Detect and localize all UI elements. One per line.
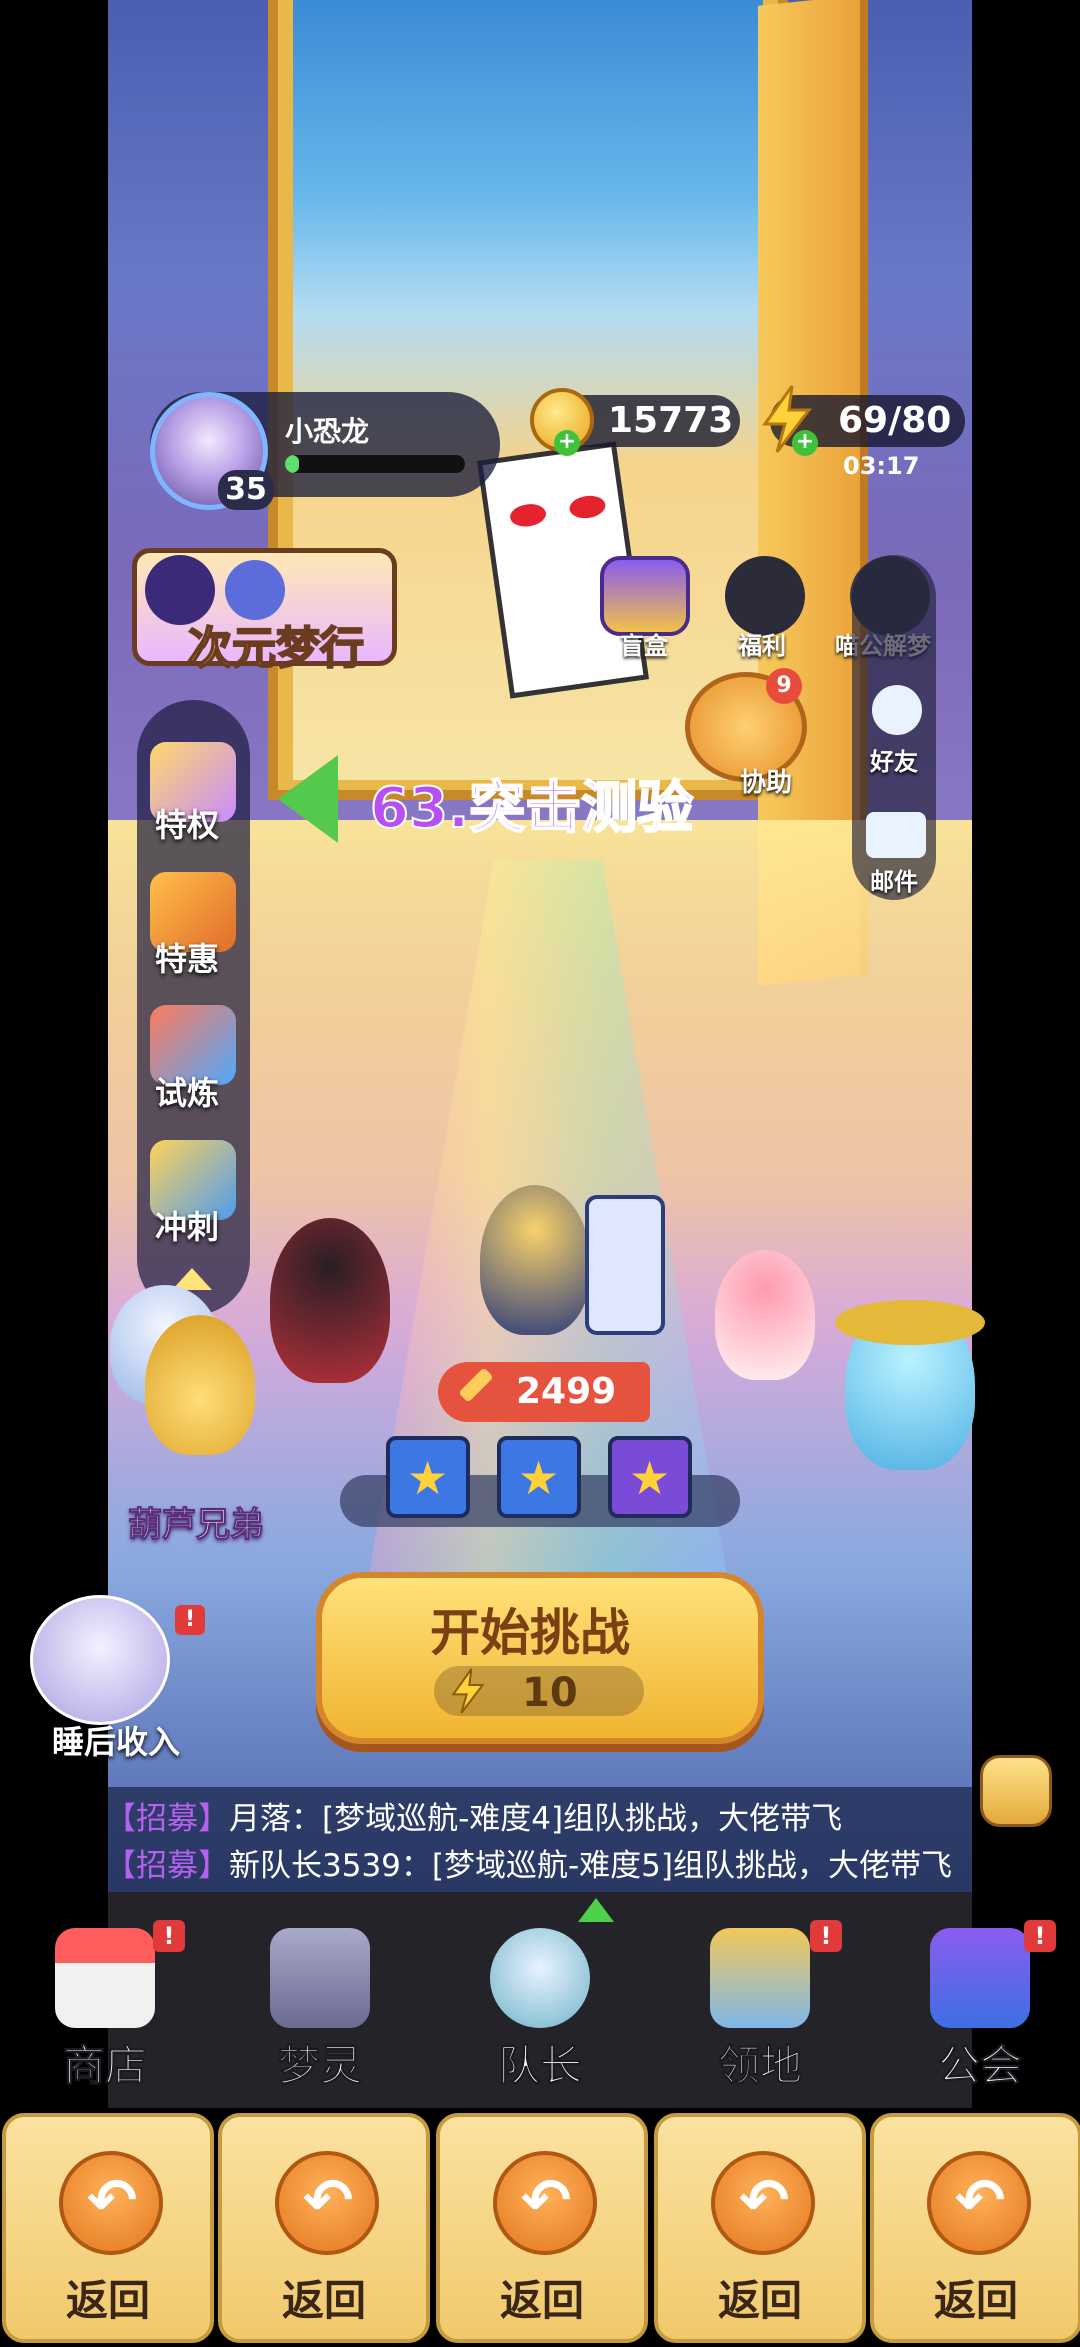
nav-territory-alert: !: [810, 1920, 842, 1952]
back-button-2[interactable]: ↶ 返回: [218, 2113, 430, 2343]
chest-1-star-icon: ★: [407, 1451, 449, 1505]
captain-avatar-icon: [490, 1928, 590, 2028]
nav-captain-label: 队长: [497, 2041, 582, 2091]
nav-guild-label: 公会: [937, 2041, 1022, 2091]
chat-line-2: 【招募】新队长3539：[梦域巡航-难度5]组队挑战，大佬带飞: [105, 1840, 952, 1885]
nav-territory[interactable]: 领地 !: [680, 1920, 842, 2110]
chat-line-2-text: 新队长3539：[梦域巡航-难度5]组队挑战，大佬带飞: [229, 1848, 952, 1884]
back-button-2-label: 返回: [281, 2276, 366, 2325]
chest-3-star-icon: ★: [629, 1451, 671, 1505]
idle-income-label: 睡后收入: [52, 1723, 181, 1761]
event-mascot-2-icon: [225, 560, 285, 620]
assist-count-badge: 9: [766, 668, 802, 704]
chat-line-1: 【招募】月落：[梦域巡航-难度4]组队挑战，大佬带飞: [105, 1793, 842, 1838]
game-screen: 35 小恐龙 15773 + 69/80 + 03:17 次元梦行 盲盒 福利 …: [0, 0, 1080, 2347]
nav-territory-label: 领地: [717, 2041, 802, 2091]
blind-box-icon[interactable]: [600, 556, 690, 636]
guild-flag-icon: [930, 1928, 1030, 2028]
back-button-1[interactable]: ↶ 返回: [2, 2113, 214, 2343]
previous-stage-arrow-icon[interactable]: [278, 755, 338, 843]
nav-shop-label: 商店: [62, 2041, 147, 2091]
energy-timer: 03:17: [843, 452, 920, 480]
character-nurse[interactable]: [715, 1250, 815, 1380]
add-coins-icon[interactable]: +: [554, 430, 580, 456]
chest-2-star-icon: ★: [518, 1451, 560, 1505]
challenge-cost-value: 10: [522, 1670, 578, 1716]
trial-label: 试炼: [155, 1074, 220, 1112]
add-energy-icon[interactable]: +: [792, 430, 818, 456]
coin-amount: 15773: [608, 400, 734, 441]
welfare-gift-icon[interactable]: [725, 556, 805, 636]
team-power-value: 2499: [516, 1371, 617, 1412]
blind-box-label: 盲盒: [620, 632, 668, 660]
energy-amount: 69/80: [838, 400, 952, 441]
idle-income-icon[interactable]: [30, 1595, 170, 1725]
mail-icon[interactable]: [866, 812, 926, 858]
friends-label: 好友: [870, 748, 918, 776]
territory-door-icon: [710, 1928, 810, 2028]
player-xp-bar: [285, 455, 465, 473]
back-arrow-icon: ↶: [59, 2151, 163, 2255]
welfare-label: 福利: [738, 632, 786, 660]
privilege-label: 特权: [155, 806, 220, 844]
back-button-3[interactable]: ↶ 返回: [436, 2113, 648, 2343]
back-button-5-label: 返回: [933, 2276, 1018, 2325]
back-button-5[interactable]: ↶ 返回: [870, 2113, 1080, 2343]
player-name: 小恐龙: [285, 415, 370, 448]
back-arrow-icon: ↶: [927, 2151, 1031, 2255]
nav-dream-spirit[interactable]: 梦灵: [240, 1920, 400, 2110]
character-warrior-woman[interactable]: [270, 1218, 390, 1383]
nav-shop-alert: !: [153, 1920, 185, 1952]
nav-guild[interactable]: 公会 !: [900, 1920, 1060, 2110]
player-xp-fill: [285, 455, 300, 473]
character-captain-hero[interactable]: [480, 1185, 590, 1335]
hero-shield-icon: [585, 1195, 665, 1335]
event-banner-label: 次元梦行: [187, 622, 365, 675]
friends-icon[interactable]: [872, 685, 922, 735]
chat-line-2-tag: 【招募】: [105, 1848, 229, 1884]
genie-lamp-icon: [835, 1300, 985, 1345]
back-button-4-label: 返回: [717, 2276, 802, 2325]
nav-dream-spirit-label: 梦灵: [277, 2041, 362, 2091]
upgrade-arrow-icon: [578, 1898, 614, 1922]
gourd-icon[interactable]: [145, 1315, 255, 1455]
back-arrow-icon: ↶: [711, 2151, 815, 2255]
assist-label: 协助: [740, 768, 793, 798]
special-offer-label: 特惠: [155, 940, 220, 978]
back-arrow-icon: ↶: [493, 2151, 597, 2255]
back-button-3-label: 返回: [499, 2276, 584, 2325]
dream-spirit-robot-icon: [270, 1928, 370, 2028]
stage-title: 63.突击测验: [369, 775, 694, 842]
chat-emoji-icon[interactable]: [980, 1755, 1052, 1827]
nav-shop[interactable]: 商店 !: [25, 1920, 185, 2110]
player-level-badge: 35: [218, 470, 274, 510]
back-button-1-label: 返回: [65, 2276, 150, 2325]
start-challenge-label: 开始挑战: [430, 1604, 630, 1662]
sprint-label: 冲刺: [155, 1208, 220, 1246]
idle-income-alert: !: [175, 1605, 205, 1635]
back-button-4[interactable]: ↶ 返回: [654, 2113, 866, 2343]
chat-line-1-tag: 【招募】: [105, 1801, 229, 1837]
chat-line-1-text: 月落：[梦域巡航-难度4]组队挑战，大佬带飞: [229, 1801, 843, 1837]
mail-label: 邮件: [870, 868, 918, 896]
nav-guild-alert: !: [1024, 1920, 1056, 1952]
gourd-brothers-label: 葫芦兄弟: [128, 1505, 265, 1546]
nav-captain[interactable]: 队长: [460, 1898, 620, 2110]
cost-bolt-icon: [451, 1668, 485, 1714]
shop-stall-icon: [55, 1928, 155, 2028]
back-arrow-icon: ↶: [275, 2151, 379, 2255]
